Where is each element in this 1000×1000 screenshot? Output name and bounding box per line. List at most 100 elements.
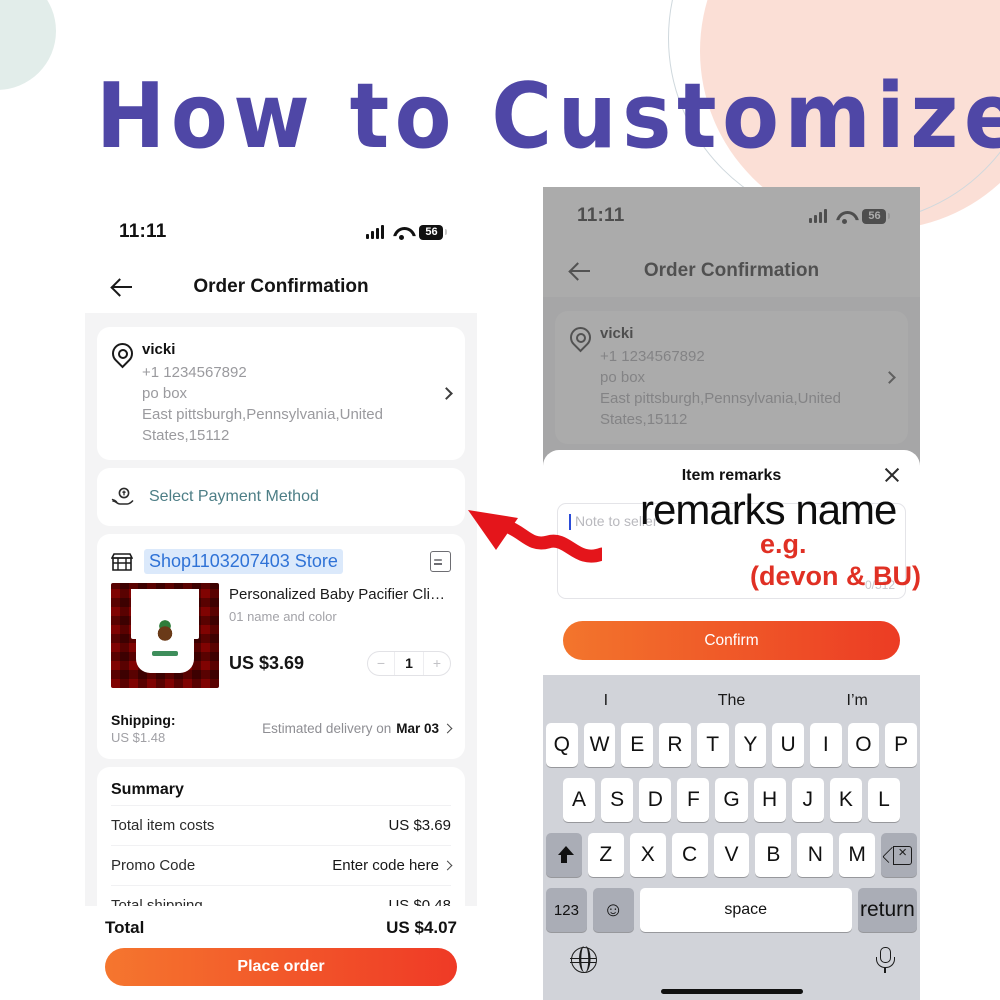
home-indicator — [660, 989, 803, 994]
product-price: US $3.69 — [229, 653, 305, 673]
key-w[interactable]: W — [583, 723, 616, 767]
key-o[interactable]: O — [847, 723, 880, 767]
key-c[interactable]: C — [671, 833, 708, 877]
emoji-smiley-icon[interactable]: ☺ — [592, 888, 634, 932]
payment-method-card[interactable]: Select Payment Method — [97, 468, 465, 526]
address-line2: East pittsburgh,Pennsylvania,United — [142, 406, 383, 423]
keyboard-row-3: Z X C V B N M — [543, 833, 920, 877]
key-f[interactable]: F — [677, 778, 710, 822]
key-n[interactable]: N — [797, 833, 834, 877]
key-g[interactable]: G — [715, 778, 748, 822]
summary-value: US $3.69 — [388, 817, 451, 834]
return-key[interactable]: return — [857, 888, 917, 932]
edit-note-icon[interactable] — [430, 551, 451, 572]
key-t[interactable]: T — [696, 723, 729, 767]
wifi-icon — [393, 226, 410, 240]
quantity-stepper[interactable]: − 1 + — [367, 651, 451, 676]
store-item-card: Shop1103207403 Store Personalized Baby P… — [97, 534, 465, 759]
keyboard-row-4: 123 ☺ space return — [543, 888, 920, 932]
key-h[interactable]: H — [753, 778, 786, 822]
battery-level: 56 — [425, 225, 438, 238]
shipping-label: Shipping: — [111, 712, 176, 728]
key-x[interactable]: X — [629, 833, 666, 877]
key-s[interactable]: S — [601, 778, 634, 822]
space-key[interactable]: space — [639, 888, 852, 932]
status-icons: 56 — [366, 224, 447, 240]
key-a[interactable]: A — [563, 778, 596, 822]
chevron-right-icon — [442, 860, 453, 871]
chevron-right-icon — [442, 723, 453, 734]
summary-title: Summary — [111, 781, 184, 798]
key-p[interactable]: P — [885, 723, 918, 767]
summary-row-promo-code[interactable]: Promo Code Enter code here — [111, 845, 453, 885]
total-value: US $4.07 — [386, 918, 457, 937]
microphone-icon[interactable] — [876, 947, 895, 973]
key-q[interactable]: Q — [545, 723, 578, 767]
suggestion-1[interactable]: I — [543, 692, 669, 710]
address-card[interactable]: vicki +1 1234567892 po box East pittsbur… — [97, 327, 465, 460]
globe-icon[interactable] — [570, 947, 597, 973]
hand-coin-icon — [111, 487, 134, 505]
confirm-button[interactable]: Confirm — [563, 621, 900, 660]
payment-method-label: Select Payment Method — [149, 488, 319, 505]
quantity-minus-button[interactable]: − — [368, 652, 394, 675]
product-thumbnail — [111, 583, 219, 688]
key-v[interactable]: V — [713, 833, 750, 877]
status-bar: 11:11 56 — [85, 203, 477, 261]
address-line1: po box — [142, 385, 188, 402]
quantity-value: 1 — [394, 652, 424, 675]
suggestion-bar: I The I’m — [543, 679, 920, 723]
checkout-footer: Total US $4.07 Place order — [85, 906, 477, 1000]
annotation-remarks-name: remarks name — [640, 486, 897, 533]
order-scroll-area: vicki +1 1234567892 po box East pittsbur… — [85, 313, 477, 971]
nav-bar: Order Confirmation — [85, 261, 477, 313]
phone-screen-right: 11:11 56 Order Confirmation vicki +1 123… — [543, 187, 920, 1000]
summary-value: Enter code here — [332, 857, 453, 874]
storefront-icon — [111, 552, 133, 571]
signal-bars-icon — [366, 224, 384, 239]
summary-row-item-costs: Total item costs US $3.69 — [111, 805, 451, 845]
summary-label: Total item costs — [111, 817, 215, 834]
annotation-eg: e.g. — [760, 529, 807, 559]
key-e[interactable]: E — [621, 723, 654, 767]
product-variant: 01 name and color — [229, 609, 337, 624]
key-u[interactable]: U — [772, 723, 804, 767]
suggestion-2[interactable]: The — [669, 692, 795, 710]
key-i[interactable]: I — [809, 723, 842, 767]
promo-code-value: Enter code here — [332, 857, 439, 874]
address-name: vicki — [142, 341, 176, 358]
backspace-icon[interactable] — [881, 833, 918, 877]
order-item-row[interactable]: Personalized Baby Pacifier Clip Custo...… — [111, 583, 451, 688]
summary-label: Promo Code — [111, 857, 196, 874]
key-m[interactable]: M — [839, 833, 876, 877]
keyboard-row-1: Q W E R T Y U I O P — [543, 723, 920, 767]
location-pin-icon — [111, 343, 131, 369]
close-icon[interactable] — [882, 465, 902, 485]
numbers-key[interactable]: 123 — [546, 888, 587, 932]
key-j[interactable]: J — [791, 778, 824, 822]
address-phone: +1 1234567892 — [142, 364, 247, 381]
place-order-button[interactable]: Place order — [105, 948, 457, 986]
key-k[interactable]: K — [829, 778, 862, 822]
key-d[interactable]: D — [639, 778, 672, 822]
battery-icon: 56 — [419, 224, 447, 240]
key-y[interactable]: Y — [734, 723, 767, 767]
key-z[interactable]: Z — [587, 833, 624, 877]
status-time: 11:11 — [119, 221, 167, 242]
suggestion-3[interactable]: I’m — [794, 692, 920, 710]
key-l[interactable]: L — [867, 778, 900, 822]
shipping-row[interactable]: Shipping: US $1.48 Estimated delivery on… — [111, 701, 453, 745]
address-line3: States,15112 — [142, 427, 230, 444]
red-wavy-arrow — [468, 510, 602, 563]
delivery-estimate-prefix: Estimated delivery on — [262, 721, 392, 736]
modal-title: Item remarks — [681, 467, 782, 484]
store-name[interactable]: Shop1103207403 Store — [144, 549, 343, 574]
key-b[interactable]: B — [755, 833, 792, 877]
key-r[interactable]: R — [659, 723, 691, 767]
keyboard-row-2: A S D F G H J K L — [543, 778, 920, 822]
annotation-example: (devon & BU) — [750, 561, 921, 591]
shift-up-icon[interactable] — [546, 833, 582, 877]
keyboard-bottom-bar — [543, 936, 920, 982]
delivery-estimate-date: Mar 03 — [396, 721, 439, 736]
quantity-plus-button[interactable]: + — [424, 652, 450, 675]
